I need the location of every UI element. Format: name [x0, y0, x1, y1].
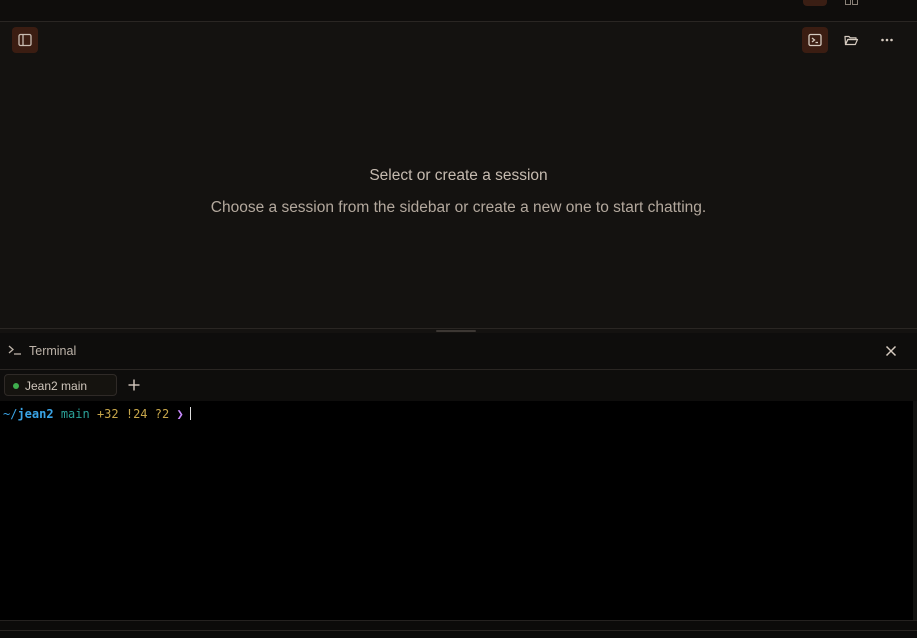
more-horizontal-icon — [881, 38, 893, 42]
empty-state-title: Select or create a session — [369, 167, 548, 184]
prompt-path-dir: jean2 — [17, 407, 54, 421]
terminal-title: Terminal — [29, 344, 77, 358]
sidebar-toggle-button[interactable] — [12, 27, 38, 53]
top-strip-layout-icon[interactable] — [845, 0, 858, 6]
chat-area: Select or create a session Choose a sess… — [0, 22, 917, 328]
terminal-icon — [808, 33, 822, 47]
bottom-divider — [0, 630, 917, 631]
prompt-arrow: ❯ — [176, 407, 184, 421]
bottom-edge — [0, 620, 917, 638]
top-strip-active-button[interactable] — [803, 0, 827, 6]
terminal-prompt-line: ~/jean2 main +32 !24 ?2 ❯ — [3, 407, 192, 421]
toggle-terminal-button[interactable] — [802, 27, 828, 53]
open-folder-button[interactable] — [838, 27, 864, 53]
resize-grip[interactable] — [436, 330, 476, 332]
tab-status-dot — [13, 383, 19, 389]
terminal-output[interactable]: ~/jean2 main +32 !24 ?2 ❯ — [0, 401, 913, 620]
terminal-tab-bar: Jean2 main — [0, 370, 917, 401]
prompt-branch: main — [60, 407, 90, 421]
terminal-prompt-icon — [8, 345, 21, 355]
folder-open-icon — [844, 35, 859, 46]
more-options-button[interactable] — [874, 27, 900, 53]
prompt-path-prefix: ~/ — [3, 407, 18, 421]
add-terminal-icon[interactable] — [126, 377, 142, 393]
terminal-cursor — [189, 407, 192, 420]
terminal-header: Terminal — [0, 333, 917, 370]
window-top-strip — [0, 0, 917, 22]
terminal-tab-label: Jean2 main — [25, 379, 88, 393]
close-icon[interactable] — [883, 343, 899, 359]
terminal-scrollbar[interactable] — [913, 401, 917, 620]
prompt-git-status: +32 !24 ?2 — [96, 407, 170, 421]
sidebar-toggle-icon — [18, 33, 32, 47]
terminal-tab[interactable]: Jean2 main — [4, 374, 117, 396]
empty-state-subtitle: Choose a session from the sidebar or cre… — [210, 199, 707, 216]
